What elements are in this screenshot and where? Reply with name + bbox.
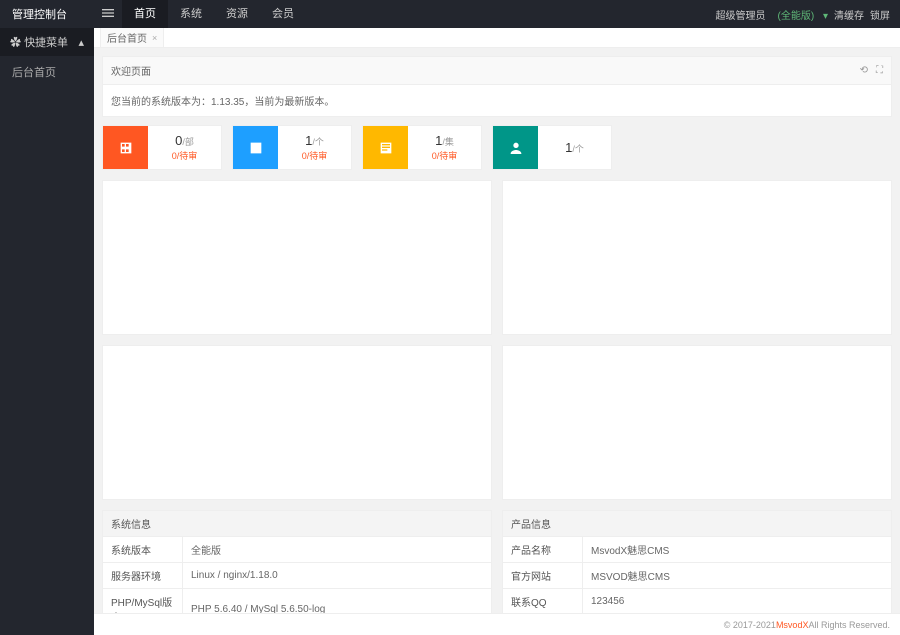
fullscreen-icon[interactable]: ⛶: [876, 65, 883, 76]
stat-member[interactable]: 1/个: [492, 125, 612, 170]
refresh-icon[interactable]: ⟲: [860, 65, 868, 76]
version-line: 您当前的系统版本为：1.13.35，当前为最新版本。: [102, 84, 892, 117]
chevron-up-icon: ▴: [78, 36, 84, 49]
close-icon[interactable]: ×: [152, 33, 157, 43]
product-info: 产品信息 产品名称MsvodX魅思CMS 官方网站MSVOD魅思CMS 联系QQ…: [502, 510, 892, 613]
system-info: 系统信息 系统版本全能版 服务器环境Linux / nginx/1.18.0 P…: [102, 510, 492, 613]
stat-video[interactable]: 0/部0/待审: [102, 125, 222, 170]
nav-system[interactable]: 系统: [168, 0, 214, 28]
film-icon: [103, 126, 148, 169]
menu-toggle-icon[interactable]: [94, 5, 122, 24]
tabbar: 后台首页 ×: [94, 28, 900, 48]
system-info-title: 系统信息: [102, 510, 492, 537]
table-row: 产品名称MsvodX魅思CMS: [503, 537, 892, 563]
table-row: 官方网站MSVOD魅思CMS: [503, 563, 892, 589]
nav-member[interactable]: 会员: [260, 0, 306, 28]
chart-box-3: [102, 345, 492, 500]
table-row: PHP/MySql版本PHP 5.6.40 / MySql 5.6.50-log: [103, 589, 492, 614]
product-info-title: 产品信息: [502, 510, 892, 537]
topbar-right: 超级管理员 (全能版) ▾ 清缓存 锁屏: [710, 7, 900, 22]
brand: 管理控制台: [0, 6, 94, 22]
welcome-panel-header: 欢迎页面 ⟲ ⛶: [102, 56, 892, 84]
role-badge: (全能版) ▾: [772, 7, 828, 22]
topbar: 管理控制台 首页 系统 资源 会员 超级管理员 (全能版) ▾ 清缓存 锁屏: [0, 0, 900, 28]
stat-image[interactable]: 1/个0/待审: [232, 125, 352, 170]
sidebar-item-dashboard[interactable]: 后台首页: [0, 56, 94, 88]
tab-label: 后台首页: [107, 30, 147, 45]
chart-box-2: [502, 180, 892, 335]
chart-box-4: [502, 345, 892, 500]
clear-cache-button[interactable]: 清缓存: [834, 7, 864, 22]
nav-home[interactable]: 首页: [122, 0, 168, 28]
footer-brand-link[interactable]: MsvodX: [776, 620, 809, 630]
welcome-title: 欢迎页面: [111, 63, 151, 78]
table-row: 系统版本全能版: [103, 537, 492, 563]
sidebar: ✿ 快捷菜单 ▴ 后台首页: [0, 28, 94, 635]
nav-resource[interactable]: 资源: [214, 0, 260, 28]
footer: © 2017-2021 MsvodX All Rights Reserved.: [94, 613, 900, 635]
main: 后台首页 × 欢迎页面 ⟲ ⛶ 您当前的系统版本为：1.13.35，当前为最新版…: [94, 28, 900, 613]
table-row: 联系QQ123456: [503, 589, 892, 614]
users-icon: [493, 126, 538, 169]
news-icon: [363, 126, 408, 169]
lock-screen-button[interactable]: 锁屏: [870, 7, 890, 22]
image-icon: [233, 126, 278, 169]
table-row: 服务器环境Linux / nginx/1.18.0: [103, 563, 492, 589]
stats-row: 0/部0/待审 1/个0/待审 1/集0/待审 1/个: [102, 125, 892, 170]
admin-label[interactable]: 超级管理员: [716, 7, 766, 22]
stat-news[interactable]: 1/集0/待审: [362, 125, 482, 170]
chart-box-1: [102, 180, 492, 335]
sidebar-quickmenu[interactable]: ✿ 快捷菜单 ▴: [0, 28, 94, 56]
tab-dashboard[interactable]: 后台首页 ×: [100, 28, 164, 48]
gear-icon: ✿: [10, 37, 21, 49]
topnav: 首页 系统 资源 会员: [122, 0, 306, 28]
